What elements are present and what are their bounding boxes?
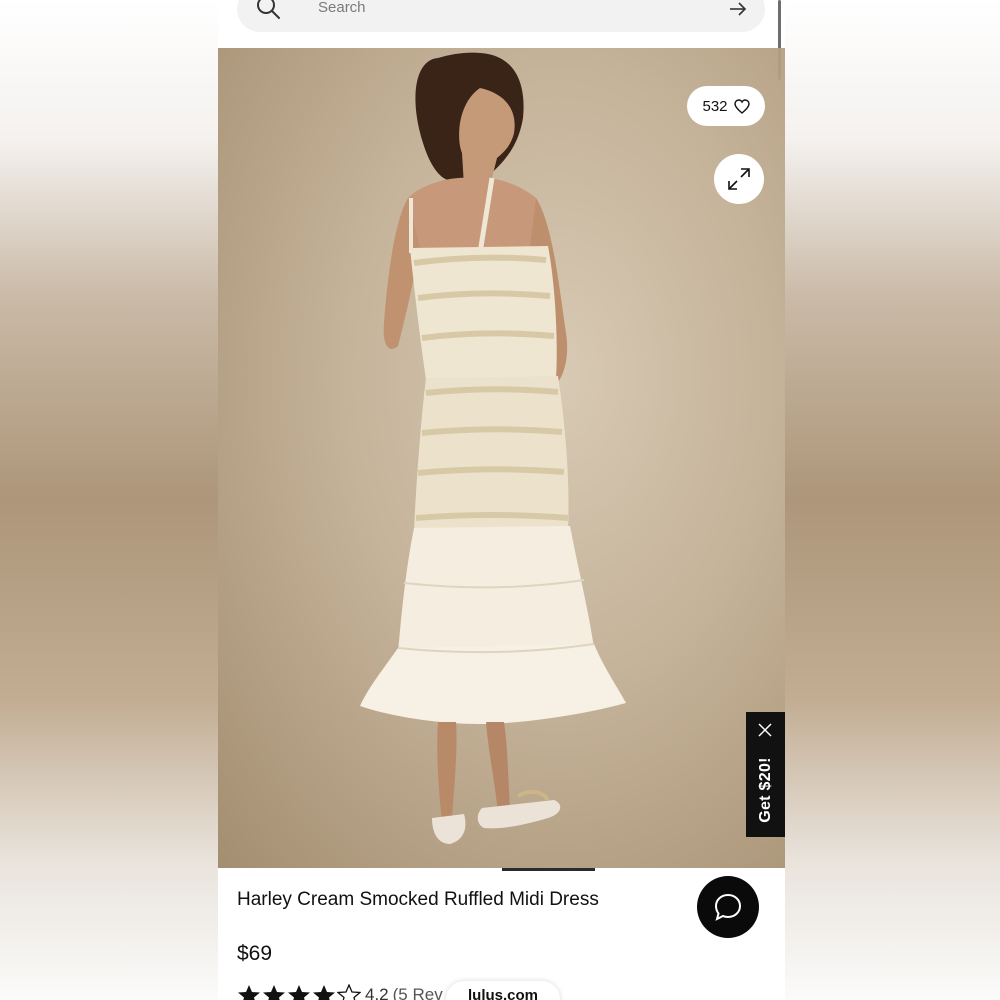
favorite-count: 532: [702, 97, 728, 115]
star-icon: [238, 985, 260, 1000]
reviews-link[interactable]: (5 Rev: [393, 985, 443, 1000]
heart-icon: [733, 98, 750, 114]
expand-image-button[interactable]: [714, 154, 764, 204]
search-bar[interactable]: Search: [237, 0, 765, 32]
search-icon: [257, 0, 280, 19]
product-page: Search 532 Get $20! Harley Cream Smocked…: [218, 0, 785, 1000]
star-outline-icon: [337, 984, 361, 1000]
arrow-right-icon[interactable]: [729, 2, 747, 16]
rating-row[interactable]: 4.2 (5 Rev: [237, 984, 443, 1000]
star-rating: [237, 984, 361, 1000]
favorite-button[interactable]: 532: [687, 86, 765, 126]
close-icon[interactable]: [757, 722, 773, 738]
product-image[interactable]: 532: [218, 48, 785, 868]
model-illustration: [360, 52, 626, 844]
product-title: Harley Cream Smocked Ruffled Midi Dress: [237, 889, 599, 910]
star-icon: [263, 985, 285, 1000]
expand-icon: [728, 168, 750, 190]
search-placeholder: Search: [318, 0, 366, 16]
star-icon: [288, 985, 310, 1000]
star-icon: [313, 985, 335, 1000]
browser-domain-pill[interactable]: lulus.com: [446, 981, 560, 1000]
rating-value: 4.2: [365, 985, 389, 1000]
product-price: $69: [237, 942, 273, 965]
promo-tab[interactable]: Get $20!: [746, 712, 785, 837]
chat-button[interactable]: [697, 876, 759, 938]
promo-label[interactable]: Get $20!: [757, 757, 775, 823]
chat-bubble-icon: [714, 893, 742, 921]
carousel-indicator: [502, 868, 595, 871]
